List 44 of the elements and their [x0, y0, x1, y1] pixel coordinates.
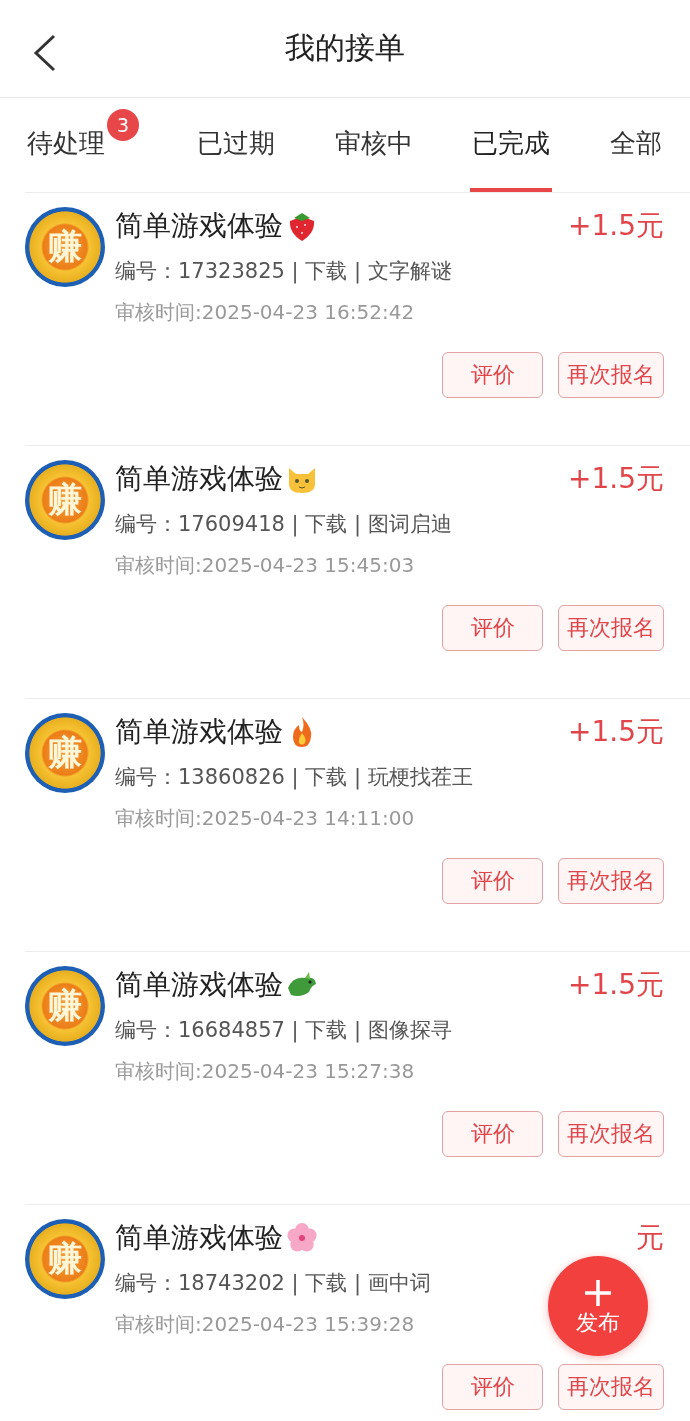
- review-button[interactable]: 评价: [442, 605, 543, 651]
- coin-logo: 赚: [25, 1219, 105, 1299]
- order-title: 简单游戏体验: [115, 461, 283, 497]
- reward-amount: 元: [636, 1220, 664, 1256]
- count-badge: 3: [107, 109, 139, 141]
- order-details: 编号：17323825 | 下载 | 文字解谜: [115, 258, 452, 285]
- page-title: 我的接单: [285, 29, 405, 67]
- reapply-button[interactable]: 再次报名: [558, 858, 664, 904]
- coin-logo: 赚: [25, 207, 105, 287]
- review-time: 审核时间:2025-04-23 15:27:38: [115, 1058, 415, 1085]
- coin-logo: 赚: [25, 460, 105, 540]
- reapply-button[interactable]: 再次报名: [558, 605, 664, 651]
- reapply-button[interactable]: 再次报名: [558, 352, 664, 398]
- reward-amount: +1.5元: [568, 967, 664, 1003]
- publish-button[interactable]: 发布: [548, 1256, 648, 1356]
- reward-amount: +1.5元: [568, 461, 664, 497]
- reward-amount: +1.5元: [568, 714, 664, 750]
- order-details: 编号：13860826 | 下载 | 玩梗找茬王: [115, 764, 473, 791]
- coin-logo: 赚: [25, 713, 105, 793]
- review-time: 审核时间:2025-04-23 15:39:28: [115, 1311, 415, 1338]
- coin-logo: 赚: [25, 966, 105, 1046]
- order-title: 简单游戏体验: [115, 1220, 283, 1256]
- reapply-button[interactable]: 再次报名: [558, 1364, 664, 1410]
- review-button[interactable]: 评价: [442, 352, 543, 398]
- plus-icon: [583, 1277, 613, 1308]
- tab[interactable]: 已过期: [194, 98, 277, 192]
- order-title: 简单游戏体验: [115, 208, 283, 244]
- order-details: 编号：17609418 | 下载 | 图词启迪: [115, 511, 452, 538]
- review-time: 审核时间:2025-04-23 15:45:03: [115, 552, 415, 579]
- tab[interactable]: 审核中: [332, 98, 415, 192]
- order-title: 简单游戏体验: [115, 714, 283, 750]
- order-details: 编号：18743202 | 下载 | 画中词: [115, 1270, 431, 1297]
- reapply-button[interactable]: 再次报名: [558, 1111, 664, 1157]
- tab[interactable]: 待处理 3: [25, 98, 139, 192]
- review-button[interactable]: 评价: [442, 858, 543, 904]
- review-time: 审核时间:2025-04-23 16:52:42: [115, 299, 415, 326]
- review-button[interactable]: 评价: [442, 1111, 543, 1157]
- reward-amount: +1.5元: [568, 208, 664, 244]
- tab[interactable]: 全部: [608, 98, 664, 192]
- review-button[interactable]: 评价: [442, 1364, 543, 1410]
- tab[interactable]: 已完成: [470, 98, 553, 192]
- order-details: 编号：16684857 | 下载 | 图像探寻: [115, 1017, 452, 1044]
- review-time: 审核时间:2025-04-23 14:11:00: [115, 805, 415, 832]
- order-title: 简单游戏体验: [115, 967, 283, 1003]
